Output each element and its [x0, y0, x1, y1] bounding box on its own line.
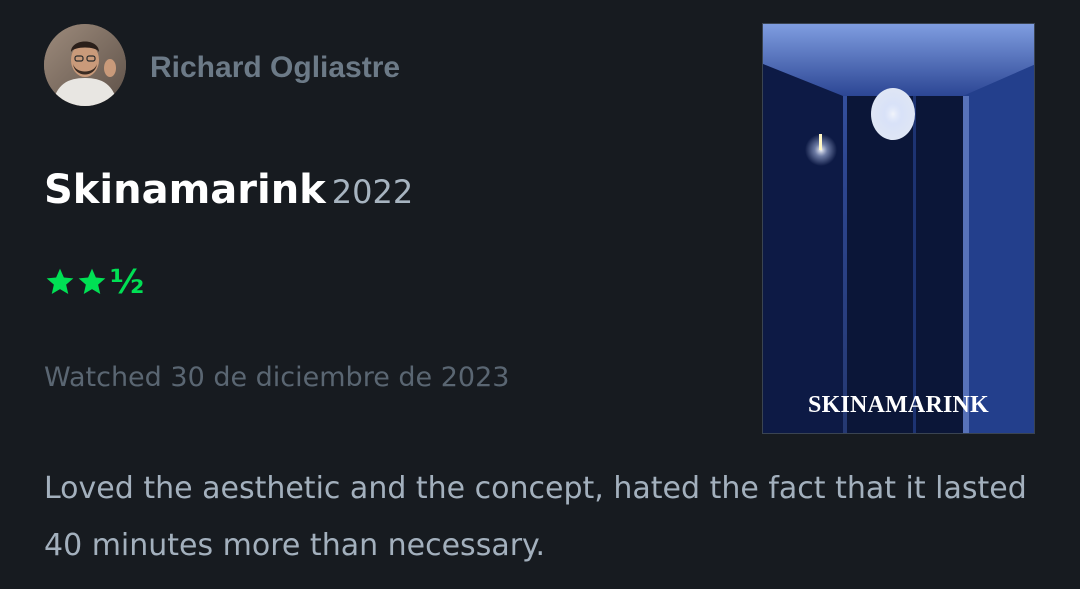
watched-date: Watched 30 de diciembre de 2023: [44, 362, 510, 393]
author-name[interactable]: Richard Ogliastre: [150, 48, 400, 88]
film-poster[interactable]: SKINAMARINK: [762, 23, 1035, 434]
half-star: ½: [110, 262, 145, 301]
star-icon: [46, 268, 74, 294]
film-title[interactable]: Skinamarink: [44, 167, 326, 213]
review-text: Loved the aesthetic and the concept, hat…: [44, 471, 1027, 563]
star-rating: ½: [44, 262, 144, 302]
film-heading: Skinamarink 2022: [44, 162, 413, 226]
poster-artwork: [763, 24, 1034, 433]
avatar[interactable]: [44, 24, 126, 106]
poster-title: SKINAMARINK: [808, 392, 989, 418]
avatar-photo: [44, 24, 126, 106]
star-icon: [78, 268, 106, 294]
film-year[interactable]: 2022: [332, 173, 413, 211]
